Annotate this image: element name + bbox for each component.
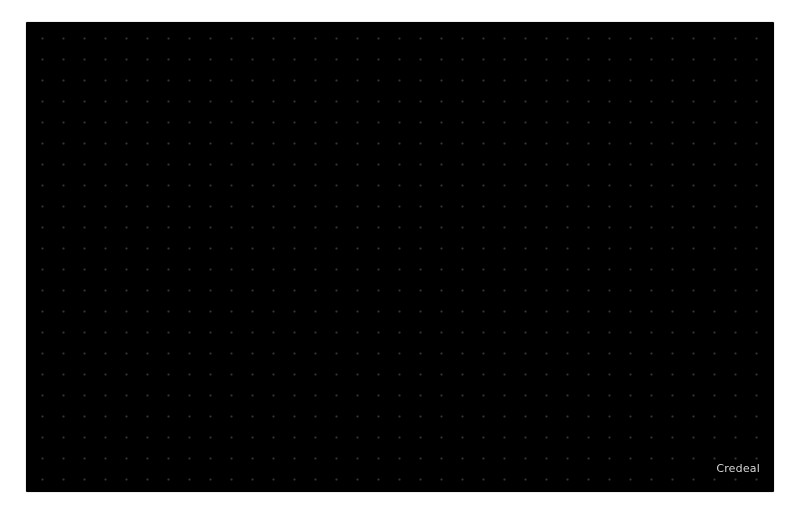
product-image-frame: Credeal <box>0 0 800 515</box>
dotted-black-board: Credeal <box>26 22 774 492</box>
brand-logo-text: Credeal <box>716 462 760 475</box>
